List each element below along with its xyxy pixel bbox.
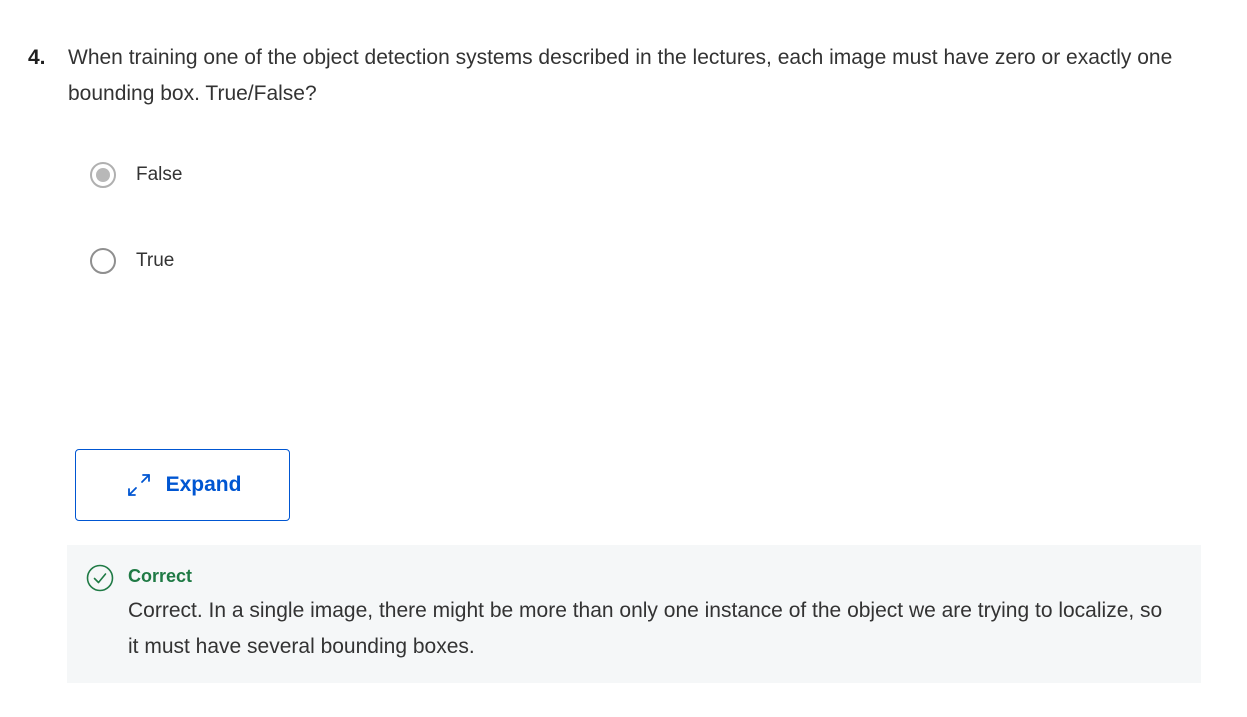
expand-arrows-icon (124, 470, 154, 500)
feedback-panel: Correct Correct. In a single image, ther… (67, 545, 1201, 683)
question: 4. When training one of the object detec… (28, 40, 1218, 112)
expand-label: Expand (165, 473, 242, 496)
question-text: When training one of the object detectio… (68, 46, 1173, 105)
feedback-text: Correct. In a single image, there might … (128, 599, 1163, 658)
expand-button[interactable]: Expand (75, 449, 290, 521)
option-label: True (136, 250, 175, 271)
feedback-status: Correct (128, 566, 193, 586)
option-label: False (136, 164, 183, 185)
check-circle-icon (86, 564, 114, 592)
radio-selected-icon[interactable] (90, 162, 116, 188)
radio-dot (96, 168, 110, 182)
question-number: 4. (28, 46, 46, 69)
option-true[interactable]: True (90, 248, 174, 274)
radio-unselected-icon[interactable] (90, 248, 116, 274)
option-false[interactable]: False (90, 162, 182, 188)
